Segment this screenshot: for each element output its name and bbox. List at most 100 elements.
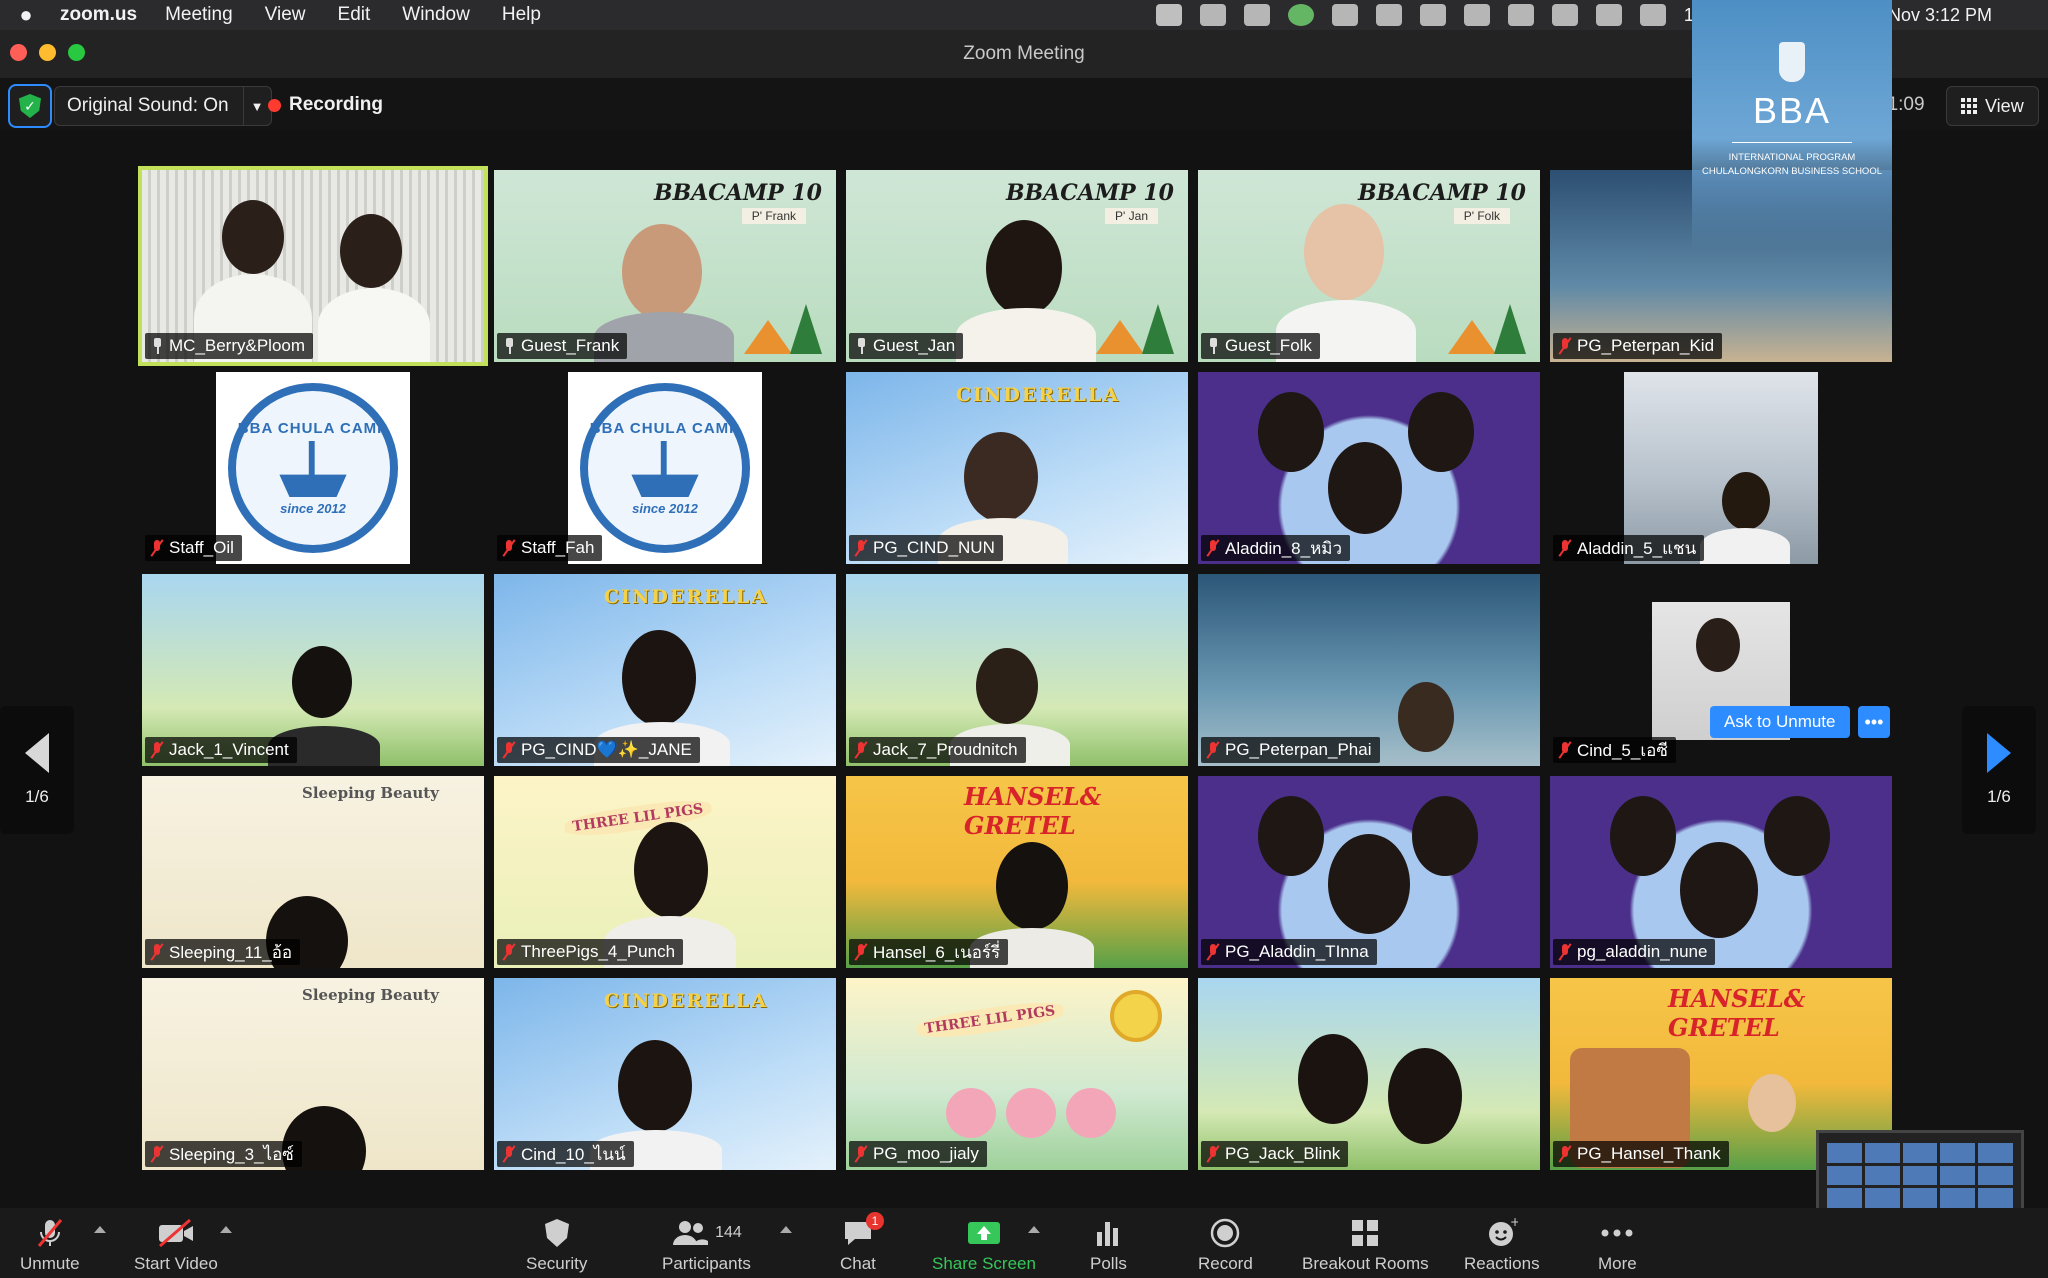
video-tile[interactable]: CINDERELLA PG_CIND💙✨_JANE xyxy=(494,574,836,766)
video-tile[interactable]: BBA CHULA CAMP since 2012 Staff_Fah xyxy=(494,372,836,564)
audio-options-chevron-icon[interactable] xyxy=(94,1226,106,1233)
person-head xyxy=(1696,618,1740,672)
record-icon xyxy=(1209,1216,1241,1250)
participant-name: Aladdin_8_หมิว xyxy=(1225,538,1343,558)
video-tile[interactable]: Sleeping Beauty Sleeping_3_ไอซ์ xyxy=(142,978,484,1170)
start-video-button[interactable]: Start Video xyxy=(134,1216,218,1274)
tree-icon xyxy=(790,304,822,354)
menu-window[interactable]: Window xyxy=(386,4,486,26)
reactions-button[interactable]: + Reactions xyxy=(1464,1216,1540,1274)
breakout-rooms-button[interactable]: Breakout Rooms xyxy=(1302,1216,1429,1274)
video-tile[interactable]: BBA CHULA CAMP since 2012 Staff_Oil xyxy=(142,372,484,564)
next-page-button[interactable]: 1/6 xyxy=(1962,706,2036,834)
clip-tray-icon[interactable] xyxy=(1419,4,1446,26)
layout-tray-icon[interactable] xyxy=(1331,4,1358,26)
more-dots-icon xyxy=(1600,1216,1634,1250)
mic-muted-icon xyxy=(855,1146,867,1162)
gmail-tray-icon[interactable] xyxy=(1243,4,1270,26)
video-options-chevron-icon[interactable] xyxy=(220,1226,232,1233)
video-tile[interactable]: PG_Aladdin_TInna xyxy=(1198,776,1540,968)
participant-name-tag: pg_aladdin_nune xyxy=(1553,939,1716,965)
app-menu[interactable]: zoom.us xyxy=(52,4,149,26)
input-tray-icon[interactable] xyxy=(1463,4,1490,26)
recording-indicator[interactable]: Recording xyxy=(268,94,383,116)
video-tile[interactable]: Aladdin_5_แชน xyxy=(1550,372,1892,564)
mic-muted-icon xyxy=(503,540,515,556)
record-button[interactable]: Record xyxy=(1198,1216,1253,1274)
original-sound-label: Original Sound: On xyxy=(67,95,229,116)
chat-button[interactable]: 1 Chat xyxy=(840,1212,884,1274)
participants-button[interactable]: 144 Participants xyxy=(662,1216,751,1274)
recording-label: Recording xyxy=(289,94,383,115)
video-tile[interactable]: THREE LIL PIGS ThreePigs_4_Punch xyxy=(494,776,836,968)
participants-options-chevron-icon[interactable] xyxy=(780,1226,792,1233)
cinderella-banner: CINDERELLA xyxy=(604,990,769,1012)
tray-app-icon[interactable] xyxy=(1199,4,1226,26)
unmute-button[interactable]: Unmute xyxy=(20,1216,80,1274)
share-screen-button[interactable]: Share Screen xyxy=(932,1216,1036,1274)
participant-name-tag: Guest_Frank xyxy=(497,333,628,359)
person-head xyxy=(1722,472,1770,530)
participant-name-tag: MC_Berry&Ploom xyxy=(145,333,314,359)
more-button[interactable]: More xyxy=(1598,1216,1637,1274)
video-tile[interactable]: CINDERELLA PG_CIND_NUN xyxy=(846,372,1188,564)
pig-icon xyxy=(1006,1088,1056,1138)
video-tile[interactable]: BBACAMP 10 P' Jan Guest_Jan xyxy=(846,170,1188,362)
menu-edit[interactable]: Edit xyxy=(322,4,387,26)
unmute-label: Unmute xyxy=(20,1254,80,1273)
person-head xyxy=(986,220,1062,316)
bluetooth-icon[interactable] xyxy=(1507,4,1534,26)
person-head xyxy=(1412,796,1478,876)
link-tray-icon[interactable] xyxy=(1551,4,1578,26)
video-tile[interactable]: Jack_1_Vincent xyxy=(142,574,484,766)
video-tile[interactable]: BBACAMP 10 P' Folk Guest_Folk xyxy=(1198,170,1540,362)
chevron-down-icon[interactable]: ▼ xyxy=(242,87,271,125)
cinderella-banner: CINDERELLA xyxy=(956,384,1121,406)
previous-page-button[interactable]: 1/6 xyxy=(0,706,74,834)
video-tile[interactable]: Jack_7_Proudnitch xyxy=(846,574,1188,766)
search-icon[interactable] xyxy=(1639,4,1666,26)
polls-label: Polls xyxy=(1090,1254,1127,1273)
zoom-tray-icon[interactable] xyxy=(1155,4,1182,26)
close-window-icon[interactable] xyxy=(10,44,27,61)
video-tile[interactable]: Sleeping Beauty Sleeping_11_อ้อ xyxy=(142,776,484,968)
play-tray-icon[interactable] xyxy=(1375,4,1402,26)
breakout-rooms-label: Breakout Rooms xyxy=(1302,1254,1429,1273)
ship-icon xyxy=(279,441,347,497)
sun-avatar-icon xyxy=(1110,990,1162,1042)
line-tray-icon[interactable] xyxy=(1287,4,1314,26)
ask-to-unmute-button[interactable]: Ask to Unmute xyxy=(1710,706,1850,738)
participant-name: Guest_Frank xyxy=(521,336,620,355)
minimize-window-icon[interactable] xyxy=(39,44,56,61)
meeting-info-button[interactable]: ✓ xyxy=(8,84,52,128)
video-tile[interactable]: HANSEL& GRETEL Hansel_6_เนอร์รี่ xyxy=(846,776,1188,968)
video-tile[interactable]: PG_Peterpan_Phai xyxy=(1198,574,1540,766)
mic-muted-icon xyxy=(1559,1146,1571,1162)
view-button[interactable]: View xyxy=(1946,86,2039,126)
person-head xyxy=(1258,392,1324,472)
share-options-chevron-icon[interactable] xyxy=(1028,1226,1040,1233)
mic-muted-icon xyxy=(855,540,867,556)
polls-button[interactable]: Polls xyxy=(1090,1216,1127,1274)
mic-muted-icon xyxy=(1559,944,1571,960)
security-button[interactable]: Security xyxy=(526,1216,587,1274)
video-tile[interactable]: Aladdin_8_หมิว xyxy=(1198,372,1540,564)
mic-muted-icon xyxy=(855,944,867,960)
wifi-icon[interactable] xyxy=(1595,4,1622,26)
menu-help[interactable]: Help xyxy=(486,4,557,26)
video-tile[interactable]: pg_aladdin_nune xyxy=(1550,776,1892,968)
apple-menu-icon[interactable]: ● xyxy=(0,2,52,28)
zoom-window-icon[interactable] xyxy=(68,44,85,61)
video-tile[interactable]: THREE LIL PIGS PG_moo_jialy xyxy=(846,978,1188,1170)
video-tile[interactable]: PG_Jack_Blink xyxy=(1198,978,1540,1170)
person-body xyxy=(318,288,430,362)
video-tile[interactable]: CINDERELLA Cind_10_ไนน์ xyxy=(494,978,836,1170)
tree-icon xyxy=(1142,304,1174,354)
video-tile[interactable]: BBACAMP 10 P' Frank Guest_Frank xyxy=(494,170,836,362)
participant-name: Sleeping_3_ไอซ์ xyxy=(169,1144,294,1164)
original-sound-toggle[interactable]: Original Sound: On ▼ xyxy=(54,86,272,126)
video-tile[interactable]: MC_Berry&Ploom xyxy=(138,166,488,366)
menu-view[interactable]: View xyxy=(249,4,322,26)
menu-meeting[interactable]: Meeting xyxy=(149,4,249,26)
tile-more-options-button[interactable]: ••• xyxy=(1858,706,1890,738)
